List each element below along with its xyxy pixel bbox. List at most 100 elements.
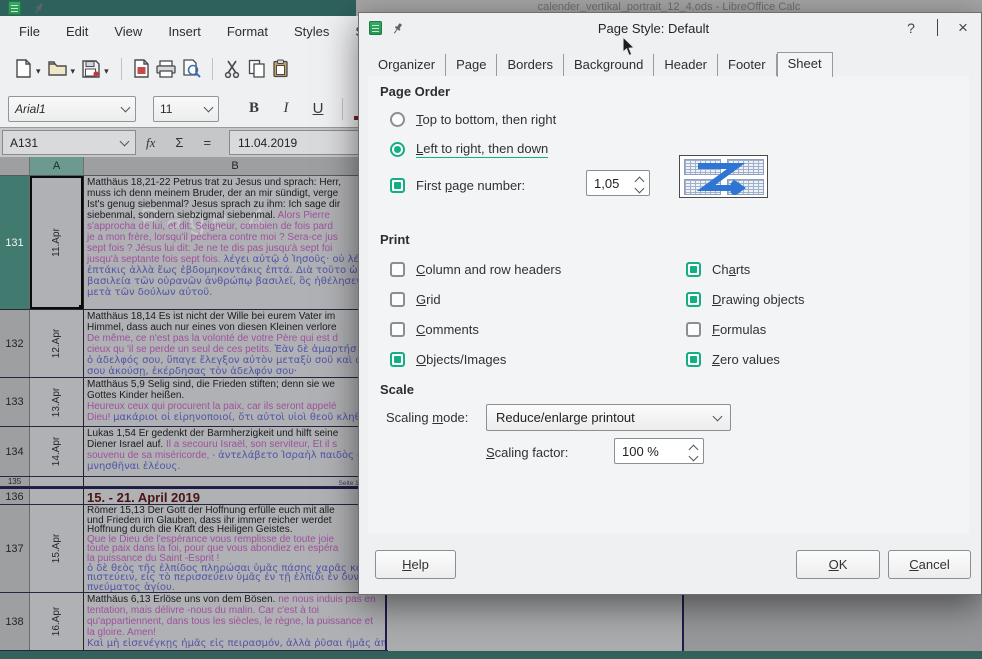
cell-A132[interactable]: 12.Apr xyxy=(30,310,84,377)
first-page-number-spinbox[interactable]: 1,05 xyxy=(586,170,650,196)
paste-button[interactable] xyxy=(269,56,292,82)
checkbox-icon[interactable] xyxy=(390,262,405,277)
tab-page[interactable]: Page xyxy=(446,54,497,76)
tab-borders[interactable]: Borders xyxy=(497,54,564,76)
close-icon[interactable]: × xyxy=(955,18,971,38)
cell-A131[interactable]: 11.Apr xyxy=(30,176,84,309)
radio-left-to-right-then-down[interactable]: Left to right, then down xyxy=(390,134,556,164)
italic-button[interactable]: I xyxy=(273,96,299,122)
font-name-combo[interactable]: Arial1 xyxy=(8,96,136,122)
print-options-left: Column and row headersGridCommentsObject… xyxy=(390,254,561,374)
menu-insert[interactable]: Insert xyxy=(155,24,214,39)
ok-button[interactable]: OK xyxy=(796,550,880,579)
cell-A135[interactable] xyxy=(30,477,84,486)
cell-B136[interactable]: 15. - 21. April 2019 xyxy=(84,489,387,504)
pin-icon[interactable] xyxy=(33,2,45,15)
help-button[interactable]: Help xyxy=(375,550,456,579)
checkbox-formulas[interactable]: Formulas xyxy=(686,314,805,344)
dialog-help-icon[interactable]: ? xyxy=(903,20,919,36)
pin-icon[interactable] xyxy=(392,22,404,35)
equals-icon[interactable]: = xyxy=(203,135,211,150)
radio-icon[interactable] xyxy=(390,112,405,127)
checkbox-label: Zero values xyxy=(712,352,780,367)
cell-A138[interactable]: 16.Apr xyxy=(30,593,84,650)
checkbox-zero-values[interactable]: Zero values xyxy=(686,344,805,374)
checkbox-icon[interactable] xyxy=(686,322,701,337)
export-pdf-button[interactable] xyxy=(130,56,153,82)
cell-B131[interactable]: Matthäus 18,21-22 Petrus trat zu Jesus u… xyxy=(84,176,387,309)
save-dropdown[interactable]: ▾ xyxy=(104,66,109,77)
cell-A133[interactable]: 13.Apr xyxy=(30,378,84,426)
cut-button[interactable] xyxy=(221,56,245,82)
row-header-131[interactable]: 131 xyxy=(0,176,30,309)
menu-format[interactable]: Format xyxy=(214,24,281,39)
cell-B132[interactable]: Matthäus 18,14 Es ist nicht der Wille be… xyxy=(84,310,387,377)
menu-file[interactable]: File xyxy=(6,24,53,39)
checkbox-objects-images[interactable]: Objects/Images xyxy=(390,344,561,374)
tab-sheet[interactable]: Sheet xyxy=(777,52,833,77)
print-button[interactable] xyxy=(153,56,179,82)
select-all-corner[interactable] xyxy=(0,157,30,175)
checkbox-icon[interactable] xyxy=(686,292,701,307)
cell-B138[interactable]: Matthäus 6,13 Erlöse uns von dem Bösen. … xyxy=(84,593,387,650)
name-box[interactable]: A131 xyxy=(2,130,136,155)
cell-B135[interactable]: Seite 15 Ange xyxy=(84,477,387,486)
checkbox-comments[interactable]: Comments xyxy=(390,314,561,344)
column-header-A[interactable]: A xyxy=(30,157,84,175)
row-header-137[interactable]: 137 xyxy=(0,505,30,592)
checkbox-drawing-objects[interactable]: Drawing objects xyxy=(686,284,805,314)
row-header-136[interactable]: 136 xyxy=(0,489,30,504)
cell-A137[interactable]: 15.Apr xyxy=(30,505,84,592)
copy-button[interactable] xyxy=(245,56,269,82)
tab-header[interactable]: Header xyxy=(654,54,718,76)
checkbox-icon[interactable] xyxy=(686,352,701,367)
row-header-132[interactable]: 132 xyxy=(0,310,30,377)
tab-organizer[interactable]: Organizer xyxy=(368,54,446,76)
function-wizard-icon[interactable]: fx xyxy=(146,135,155,151)
shade-icon[interactable] xyxy=(929,20,945,36)
menu-view[interactable]: View xyxy=(101,24,155,39)
tab-footer[interactable]: Footer xyxy=(718,54,777,76)
checkbox-icon[interactable] xyxy=(390,178,405,193)
sum-icon[interactable]: Σ xyxy=(175,135,183,150)
checkbox-column-and-row-headers[interactable]: Column and row headers xyxy=(390,254,561,284)
cell-B133[interactable]: Matthäus 5,9 Selig sind, die Frieden sti… xyxy=(84,378,387,426)
checkbox-icon[interactable] xyxy=(390,352,405,367)
new-document-dropdown[interactable]: ▾ xyxy=(36,66,41,77)
row-header-133[interactable]: 133 xyxy=(0,378,30,426)
first-page-number-row[interactable]: First page number: xyxy=(390,170,525,200)
checkbox-grid[interactable]: Grid xyxy=(390,284,561,314)
spin-arrows[interactable] xyxy=(683,439,703,463)
scaling-mode-label: Scaling mode: xyxy=(386,410,468,425)
cancel-button[interactable]: Cancel xyxy=(888,550,971,579)
row-header-138[interactable]: 138 xyxy=(0,593,30,650)
scaling-mode-dropdown[interactable]: Reduce/enlarge printout xyxy=(486,404,731,431)
save-button[interactable] xyxy=(79,56,103,82)
cell-A134[interactable]: 14.Apr xyxy=(30,427,84,476)
checkbox-icon[interactable] xyxy=(686,262,701,277)
font-size-combo[interactable]: 11 xyxy=(153,96,219,122)
bold-button[interactable]: B xyxy=(241,96,267,122)
checkbox-icon[interactable] xyxy=(390,322,405,337)
cell-B137[interactable]: Römer 15,13 Der Gott der Hoffnung erfüll… xyxy=(84,505,387,592)
checkbox-charts[interactable]: Charts xyxy=(686,254,805,284)
radio-icon[interactable] xyxy=(390,142,405,157)
row-header-134[interactable]: 134 xyxy=(0,427,30,476)
dialog-titlebar[interactable]: Page Style: Default ? × xyxy=(359,13,981,43)
cell-A136[interactable] xyxy=(30,489,84,504)
underline-button[interactable]: U xyxy=(305,96,331,122)
print-preview-button[interactable] xyxy=(179,56,204,82)
tab-background[interactable]: Background xyxy=(564,54,654,76)
menu-edit[interactable]: Edit xyxy=(53,24,101,39)
cell-B134[interactable]: Lukas 1,54 Er gedenkt der Barmherzigkeit… xyxy=(84,427,387,476)
radio-top-to-bottom-then-right[interactable]: Top to bottom, then right xyxy=(390,104,556,134)
checkbox-icon[interactable] xyxy=(390,292,405,307)
scaling-factor-spinbox[interactable]: 100 % xyxy=(614,438,704,464)
open-file-button[interactable] xyxy=(45,56,70,82)
menu-styles[interactable]: Styles xyxy=(281,24,342,39)
row-header-135[interactable]: 135 xyxy=(0,477,30,486)
column-header-B[interactable]: B xyxy=(84,157,387,175)
new-document-button[interactable] xyxy=(12,56,35,82)
open-file-dropdown[interactable]: ▾ xyxy=(71,66,76,77)
spin-arrows[interactable] xyxy=(629,171,649,195)
